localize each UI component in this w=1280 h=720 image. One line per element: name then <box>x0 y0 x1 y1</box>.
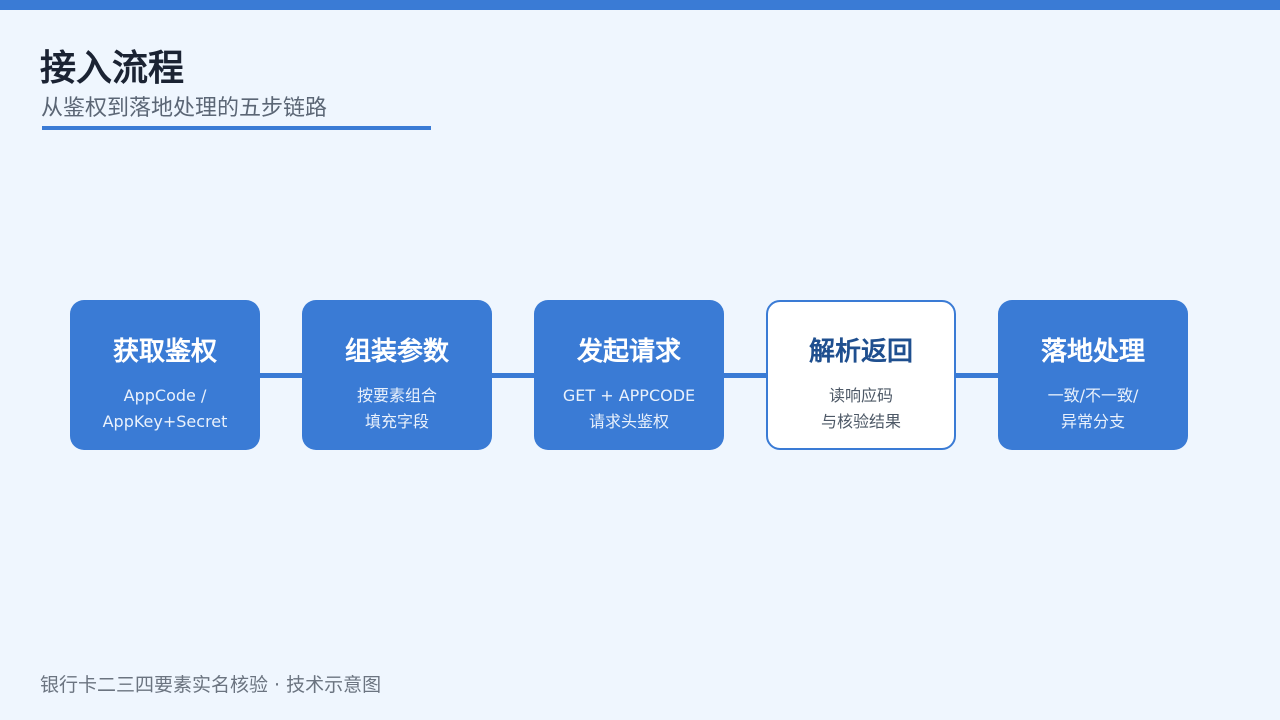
footer-caption: 银行卡二三四要素实名核验 · 技术示意图 <box>40 674 382 696</box>
step-desc-line: AppCode / <box>123 386 207 405</box>
top-accent-bar <box>0 0 1280 10</box>
step-desc-line: 一致/不一致/ <box>1047 386 1139 405</box>
title-underline <box>42 126 431 130</box>
step-description: GET + APPCODE 请求头鉴权 <box>534 383 724 435</box>
step-title: 解析返回 <box>808 337 913 367</box>
step-desc-line: 按要素组合 <box>356 386 437 405</box>
step-desc-line: 异常分支 <box>1060 412 1125 431</box>
connector-2-3 <box>492 373 535 378</box>
step-card-params: 组装参数 按要素组合 填充字段 <box>302 300 492 450</box>
step-description: 按要素组合 填充字段 <box>302 383 492 435</box>
step-title: 组装参数 <box>344 337 449 367</box>
connector-4-5 <box>956 373 999 378</box>
step-desc-line: 读响应码 <box>828 386 893 405</box>
step-desc-line: 与核验结果 <box>820 412 901 431</box>
step-desc-line: GET + APPCODE <box>562 386 696 405</box>
step-title: 获取鉴权 <box>112 337 217 367</box>
page-subtitle: 从鉴权到落地处理的五步链路 <box>41 96 328 121</box>
step-desc-line: AppKey+Secret <box>102 412 228 431</box>
step-card-auth: 获取鉴权 AppCode / AppKey+Secret <box>70 300 260 450</box>
connector-1-2 <box>260 373 303 378</box>
step-title: 发起请求 <box>576 337 681 367</box>
step-description: 读响应码 与核验结果 <box>768 383 954 435</box>
step-desc-line: 填充字段 <box>364 412 429 431</box>
page-title: 接入流程 <box>40 48 185 89</box>
step-description: AppCode / AppKey+Secret <box>70 383 260 435</box>
step-card-handle: 落地处理 一致/不一致/ 异常分支 <box>998 300 1188 450</box>
step-description: 一致/不一致/ 异常分支 <box>998 383 1188 435</box>
connector-3-4 <box>724 373 767 378</box>
step-card-request: 发起请求 GET + APPCODE 请求头鉴权 <box>534 300 724 450</box>
step-desc-line: 请求头鉴权 <box>588 412 669 431</box>
step-title: 落地处理 <box>1040 337 1145 367</box>
step-card-parse: 解析返回 读响应码 与核验结果 <box>766 300 956 450</box>
